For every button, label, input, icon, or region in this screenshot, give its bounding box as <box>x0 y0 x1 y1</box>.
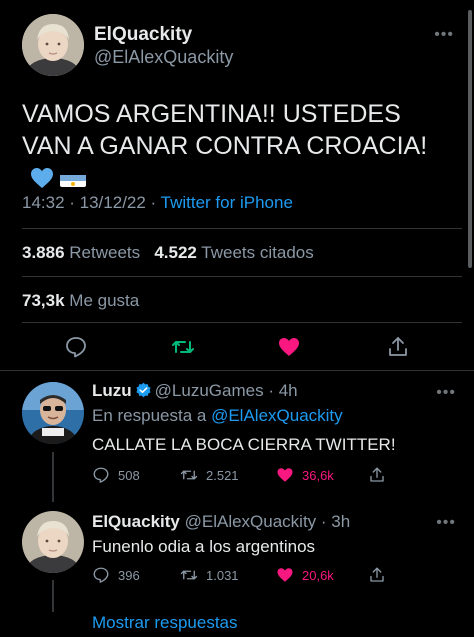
tweet-source[interactable]: Twitter for iPhone <box>161 193 293 212</box>
like-count-action[interactable]: 36,6k <box>276 466 334 484</box>
reply-bubble-icon[interactable] <box>92 466 110 484</box>
tweet-text: VAMOS ARGENTINA!! USTEDES VAN A GANAR CO… <box>22 98 452 194</box>
reply-bubble-icon[interactable] <box>64 335 88 359</box>
share-icon[interactable] <box>368 566 386 584</box>
reply-count: 396 <box>118 567 140 583</box>
retweet-count-action[interactable]: 1.031 <box>180 566 239 584</box>
reply-header: Luzu @LuzuGames · 4h <box>92 381 298 401</box>
blue-heart-emoji-icon <box>31 168 53 188</box>
more-dots-icon[interactable]: ••• <box>434 26 454 44</box>
divider <box>22 276 462 277</box>
scrollbar[interactable] <box>468 10 472 268</box>
reply-count-action[interactable]: 396 <box>92 566 140 584</box>
heart-icon[interactable] <box>276 466 294 484</box>
retweet-icon[interactable] <box>171 335 195 359</box>
likes-stats: 73,3k Me gusta <box>22 291 139 311</box>
reply-count: 508 <box>118 467 140 483</box>
reply-author-avatar[interactable] <box>22 382 84 444</box>
main-tweet-author: ElQuackity @ElAlexQuackity ••• <box>22 14 462 76</box>
retweets-count[interactable]: 3.886 <box>22 243 65 262</box>
retweets-label[interactable]: Retweets <box>69 243 140 262</box>
reply-context-mention[interactable]: @ElAlexQuackity <box>211 406 343 425</box>
reply-time[interactable]: · 3h <box>321 512 350 531</box>
share-action[interactable] <box>368 466 386 484</box>
reply-header: ElQuackity @ElAlexQuackity · 3h <box>92 512 350 532</box>
argentina-flag-emoji-icon <box>60 169 86 187</box>
divider <box>22 322 462 323</box>
engagement-stats: 3.886 Retweets 4.522 Tweets citados <box>22 243 314 263</box>
divider <box>0 370 474 371</box>
retweet-count: 2.521 <box>206 467 239 483</box>
author-name[interactable]: ElQuackity <box>94 24 192 46</box>
reply-author-handle[interactable]: @LuzuGames <box>155 381 264 400</box>
reply-text: Funenlo odia a los argentinos <box>92 537 316 556</box>
reply-action-bar: 508 2.521 36,6k <box>92 466 392 486</box>
like-count: 20,6k <box>302 567 334 583</box>
reply-context-prefix: En respuesta a <box>92 406 212 425</box>
reply-text: CALLATE LA BOCA CIERRA TWITTER! <box>92 435 396 454</box>
reply-time[interactable]: · 4h <box>268 381 297 400</box>
share-icon[interactable] <box>386 335 410 359</box>
reply-author-handle[interactable]: @ElAlexQuackity <box>185 512 317 531</box>
retweet-icon[interactable] <box>180 566 198 584</box>
retweet-count-action[interactable]: 2.521 <box>180 466 239 484</box>
heart-icon[interactable] <box>277 335 301 359</box>
quotes-count[interactable]: 4.522 <box>154 243 197 262</box>
reply-action-bar: 396 1.031 20,6k <box>92 566 392 586</box>
like-count: 36,6k <box>302 467 334 483</box>
thread-connector <box>52 580 54 612</box>
likes-count[interactable]: 73,3k <box>22 291 65 310</box>
reply-count-action[interactable]: 508 <box>92 466 140 484</box>
reply-author-name[interactable]: Luzu <box>92 381 132 400</box>
verified-badge-icon <box>136 382 151 398</box>
divider <box>22 228 462 229</box>
heart-icon[interactable] <box>276 566 294 584</box>
author-handle[interactable]: @ElAlexQuackity <box>94 47 233 68</box>
likes-label[interactable]: Me gusta <box>69 291 139 310</box>
reply-author-avatar[interactable] <box>22 511 84 573</box>
retweet-icon[interactable] <box>180 466 198 484</box>
reply-author-name[interactable]: ElQuackity <box>92 512 180 531</box>
tweet-text-content: VAMOS ARGENTINA!! USTEDES VAN A GANAR CO… <box>22 100 428 160</box>
main-tweet-action-bar <box>0 332 474 362</box>
share-icon[interactable] <box>368 466 386 484</box>
tweet-timestamp[interactable]: 14:32 · 13/12/22 · <box>22 193 161 212</box>
like-count-action[interactable]: 20,6k <box>276 566 334 584</box>
tweet-timestamp-line: 14:32 · 13/12/22 · Twitter for iPhone <box>22 193 293 213</box>
share-action[interactable] <box>368 566 386 584</box>
quotes-label[interactable]: Tweets citados <box>201 243 313 262</box>
more-dots-icon[interactable]: ••• <box>436 384 456 402</box>
reply-bubble-icon[interactable] <box>92 566 110 584</box>
reply-context: En respuesta a @ElAlexQuackity <box>92 406 343 426</box>
show-replies-link[interactable]: Mostrar respuestas <box>92 613 238 633</box>
retweet-count: 1.031 <box>206 567 239 583</box>
more-dots-icon[interactable]: ••• <box>436 514 456 532</box>
author-avatar[interactable] <box>22 14 84 76</box>
thread-connector <box>52 452 54 502</box>
